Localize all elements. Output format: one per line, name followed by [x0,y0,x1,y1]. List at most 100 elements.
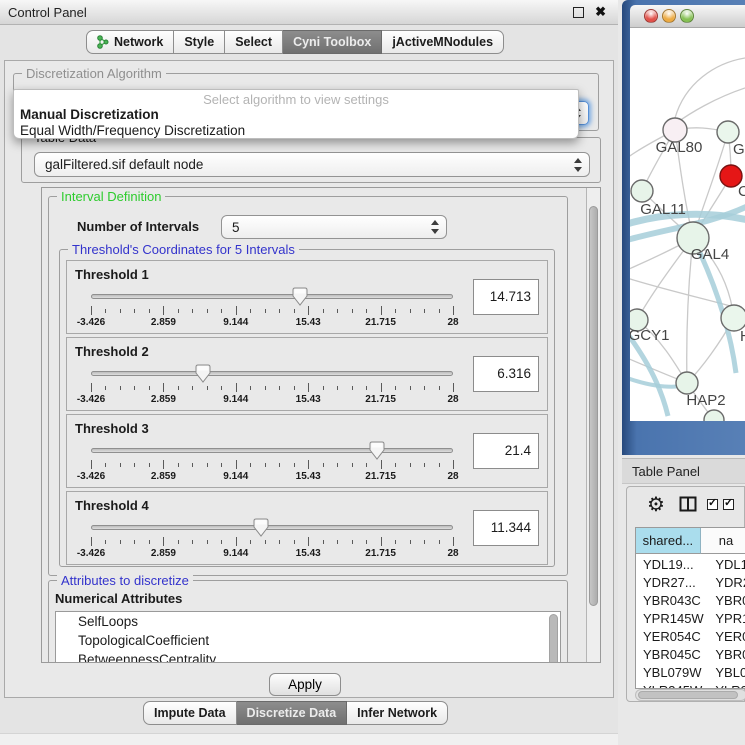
column-header-name[interactable]: na [701,528,745,554]
threshold-1-slider[interactable]: -3.4262.8599.14415.4321.71528 [91,287,453,331]
checkbox-icon[interactable] [707,499,718,510]
slider-track[interactable] [91,525,453,530]
numerical-attributes-list[interactable]: SelfLoopsTopologicalCoefficientBetweenne… [55,611,561,662]
table-row[interactable]: YER054CYER0 [636,628,745,646]
tab-label: Style [184,35,214,49]
table-row[interactable]: YBR043CYBR0 [636,592,745,610]
settings-scrollpane: Interval Definition Number of Intervals … [41,187,601,663]
cell-name[interactable]: YPR1 [707,610,745,628]
cell-name[interactable]: YBR0 [707,646,745,664]
slider-thumb[interactable] [253,518,269,537]
GAL11-node[interactable] [631,180,653,202]
cell-name[interactable]: YER0 [707,628,745,646]
cell-shared-name[interactable]: YLR345W [636,682,707,689]
table-data-combobox[interactable]: galFiltered.sif default node [34,152,590,177]
tick-mark [279,386,280,390]
scrollbar-thumb[interactable] [589,206,598,606]
G-node[interactable] [717,121,739,143]
mac-zoom-icon[interactable] [680,9,694,23]
float-window-icon[interactable] [573,7,584,18]
slider-track[interactable] [91,448,453,453]
tick-mark [221,540,222,544]
mac-close-icon[interactable] [644,9,658,23]
cell-shared-name[interactable]: YDR27... [636,574,707,592]
tab-jactivemnodules[interactable]: jActiveMNodules [382,30,504,54]
tick-mark [395,463,396,467]
threshold-1-value-field[interactable]: 14.713 [473,279,539,315]
slider-thumb[interactable] [292,287,308,306]
tab-impute-data[interactable]: Impute Data [143,701,237,725]
cell-shared-name[interactable]: YBR043C [636,592,707,610]
table-row[interactable]: YBR045CYBR0 [636,646,745,664]
slider-ticks [91,537,453,546]
table-row[interactable]: YBL079WYBL0 [636,664,745,682]
columns-icon[interactable] [679,496,697,512]
mac-minimize-icon[interactable] [662,9,676,23]
network-canvas[interactable]: GAL80G.CGAL11GAL4GCY1HHAP2 [630,28,745,421]
column-header-shared[interactable]: shared... [636,528,701,554]
tick-mark [163,383,164,392]
checkbox-icon[interactable] [723,499,734,510]
cell-shared-name[interactable]: YBR045C [636,646,707,664]
HAP2-node[interactable] [676,372,698,394]
close-icon[interactable]: ✖ [595,4,606,20]
tab-label: Select [235,35,272,49]
horizontal-scrollbar[interactable] [635,689,745,701]
threshold-label: Threshold 1 [75,267,149,282]
cell-name[interactable]: YDR2 [707,574,745,592]
tab-label: Discretize Data [247,706,337,720]
dropdown-option-manual-discretization[interactable]: Manual Discretization [20,107,159,122]
tab-discretize-data[interactable]: Discretize Data [237,701,348,725]
threshold-3-slider[interactable]: -3.4262.8599.14415.4321.71528 [91,441,453,485]
cell-shared-name[interactable]: YPR145W [636,610,707,628]
vertical-scrollbar[interactable] [586,188,600,662]
gear-icon[interactable]: ⚙ [647,492,665,517]
cell-shared-name[interactable]: YER054C [636,628,707,646]
list-item[interactable]: TopologicalCoefficient [56,631,560,650]
slider-track[interactable] [91,294,453,299]
list-item[interactable]: BetweennessCentrality [56,650,560,662]
threshold-2-slider[interactable]: -3.4262.8599.14415.4321.71528 [91,364,453,408]
tab-style[interactable]: Style [174,30,225,54]
tick-mark [265,540,266,544]
threshold-4-value-field[interactable]: 11.344 [473,510,539,546]
table-row[interactable]: YLR345WYLR3 [636,682,745,689]
network-graph[interactable]: GAL80G.CGAL11GAL4GCY1HHAP2 [630,28,745,421]
node-label: C [738,183,745,200]
cell-name[interactable]: YDL1 [707,556,745,574]
cell-name[interactable]: YLR3 [707,682,745,689]
threshold-4-slider[interactable]: -3.4262.8599.14415.4321.71528 [91,518,453,562]
table-row[interactable]: YDR27...YDR2 [636,574,745,592]
cell-name[interactable]: YBR0 [707,592,745,610]
scrollbar-thumb[interactable] [638,691,738,699]
table-row[interactable]: YPR145WYPR1 [636,610,745,628]
tab-network[interactable]: Network [86,30,174,54]
threshold-2-value-field[interactable]: 6.316 [473,356,539,392]
tab-cyni-toolbox[interactable]: Cyni Toolbox [283,30,382,54]
network-edge[interactable] [675,88,745,124]
threshold-3-value-field[interactable]: 21.4 [473,433,539,469]
tick-mark [149,540,150,544]
slider-thumb[interactable] [195,364,211,383]
tab-infer-network[interactable]: Infer Network [347,701,448,725]
tick-mark [439,309,440,313]
slider-ticks [91,383,453,392]
slider-thumb[interactable] [369,441,385,460]
list-scrollbar[interactable] [549,614,558,662]
network-edge[interactable] [675,58,745,118]
tab-select[interactable]: Select [225,30,283,54]
apply-button[interactable]: Apply [269,673,341,696]
cell-name[interactable]: YBL0 [707,664,745,682]
slider-track[interactable] [91,371,453,376]
table-data-group: Table Data galFiltered.sif default node [21,137,601,183]
cell-shared-name[interactable]: YDL19... [636,556,707,574]
table-row[interactable]: YDL19...YDL1 [636,556,745,574]
number-of-intervals-combobox[interactable]: 5 [221,215,447,239]
cell-shared-name[interactable]: YBL079W [636,664,707,682]
tick-mark [250,463,251,467]
tick-mark [236,460,237,469]
threshold-4-block: Threshold 4 -3.4262.8599.14415.4321.7152… [66,491,548,565]
dropdown-option-equal-width-frequency[interactable]: Equal Width/Frequency Discretization [20,123,245,138]
list-item[interactable]: SelfLoops [56,612,560,631]
tick-mark [352,540,353,544]
